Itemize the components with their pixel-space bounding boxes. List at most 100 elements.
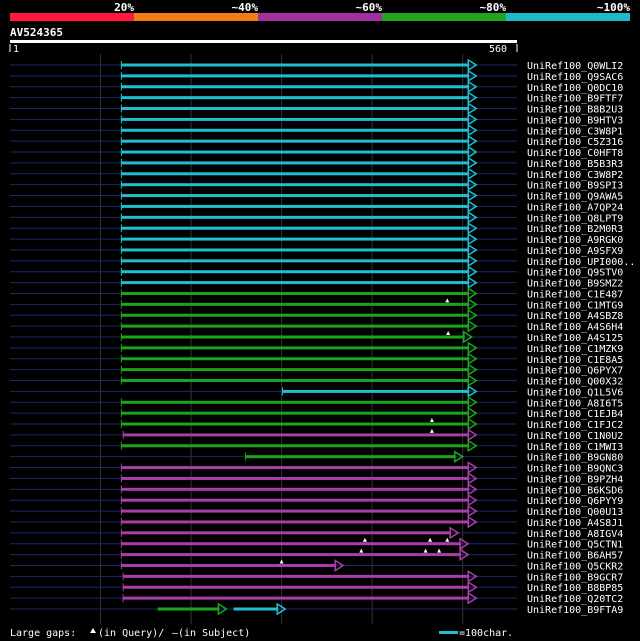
hit-name[interactable]: UniRef100_B9GN80 — [527, 453, 623, 464]
hit-name[interactable]: UniRef100_Q9STV0 — [527, 268, 623, 279]
hit-row[interactable]: UniRef100_B9SMZ2 — [10, 276, 623, 290]
hit-name[interactable]: UniRef100_A8IGV4 — [527, 529, 623, 540]
hit-name[interactable]: UniRef100_B9QNC3 — [527, 464, 623, 475]
hit-row[interactable]: UniRef100_C3W8P1 — [10, 123, 623, 137]
hit-row[interactable]: UniRef100_C1E8A5 — [10, 352, 623, 366]
hit-row[interactable]: UniRef100_B2M0R3 — [10, 221, 623, 235]
hit-name[interactable]: UniRef100_B8B2U3 — [527, 105, 623, 116]
hit-row[interactable]: UniRef100_Q6PYY9 — [10, 493, 623, 507]
hit-name[interactable]: UniRef100_Q1L5V6 — [527, 387, 623, 398]
hit-row[interactable]: UniRef100_B9GN80 — [10, 450, 623, 464]
hit-name[interactable]: UniRef100_C1EJB4 — [527, 409, 623, 420]
hit-name[interactable]: UniRef100_A9RGK0 — [527, 235, 623, 246]
hit-name[interactable]: UniRef100_Q0WLI2 — [527, 61, 623, 72]
hit-name[interactable]: UniRef100_B6KSD6 — [527, 485, 623, 496]
hit-name[interactable]: UniRef100_C3W8P2 — [527, 170, 623, 181]
hit-row[interactable]: UniRef100_Q9AWA5 — [10, 189, 623, 203]
hit-name[interactable]: UniRef100_B9SPI3 — [527, 181, 623, 192]
hit-name[interactable]: UniRef100_Q00U13 — [527, 507, 623, 518]
hit-row[interactable]: UniRef100_Q0WLI2 — [10, 58, 623, 72]
hit-name[interactable]: UniRef100_A8I6T5 — [527, 398, 623, 409]
hit-name[interactable]: UniRef100_A4S6H4 — [527, 322, 623, 333]
hit-row[interactable]: UniRef100_A7QP24 — [10, 200, 623, 213]
hit-row[interactable]: UniRef100_Q6PYX7 — [10, 363, 623, 377]
hit-name[interactable]: UniRef100_B6AH57 — [527, 551, 623, 562]
hit-row[interactable]: UniRef100_Q8LPT9 — [10, 210, 623, 224]
hit-row[interactable]: UniRef100_C3W8P2 — [10, 167, 623, 181]
hit-name[interactable]: UniRef100_Q6PYX7 — [527, 366, 623, 377]
hit-row[interactable]: UniRef100_B9GCR7 — [10, 570, 623, 583]
hit-row[interactable]: UniRef100_C1FJC2 — [10, 417, 623, 431]
hit-row[interactable]: UniRef100_Q9STV0 — [10, 265, 623, 279]
hit-name[interactable]: UniRef100_Q6PYY9 — [527, 496, 623, 507]
hit-name[interactable]: UniRef100_B9FTF7 — [527, 94, 623, 105]
hit-name[interactable]: UniRef100_Q8LPT9 — [527, 213, 623, 224]
hit-name[interactable]: UniRef100_B9PZH4 — [527, 474, 623, 485]
hit-name[interactable]: UniRef100_A7QP24 — [527, 202, 623, 213]
hit-row[interactable]: UniRef100_B8BP85 — [10, 580, 623, 594]
hit-name[interactable]: UniRef100_C1MTG9 — [527, 300, 623, 311]
hit-row[interactable]: UniRef100_Q20TC2 — [10, 591, 623, 605]
hit-name[interactable]: UniRef100_B5B3R3 — [527, 159, 623, 170]
hit-row[interactable]: UniRef100_C1EJB4 — [10, 406, 623, 420]
hit-row[interactable]: UniRef100_A4S6H4 — [10, 319, 623, 333]
hit-row[interactable]: UniRef100_Q0DC10 — [10, 80, 623, 94]
hit-row[interactable]: UniRef100_C1MZK9 — [10, 341, 623, 355]
hit-name[interactable]: UniRef100_B9HTV3 — [527, 115, 623, 126]
hit-name[interactable]: UniRef100_Q5CKR2 — [527, 561, 623, 572]
hit-row[interactable]: UniRef100_Q1L5V6 — [10, 385, 623, 398]
hit-name[interactable]: UniRef100_C1FJC2 — [527, 420, 623, 431]
hit-row[interactable]: UniRef100_A9SFX9 — [10, 243, 623, 257]
hit-name[interactable]: UniRef100_C5Z316 — [527, 137, 623, 148]
hit-name[interactable]: UniRef100_Q20TC2 — [527, 594, 623, 605]
hit-row[interactable]: UniRef100_A4S8J1 — [10, 515, 623, 529]
hit-name[interactable]: UniRef100_Q00X32 — [527, 377, 623, 388]
hit-row[interactable]: UniRef100_B5B3R3 — [10, 156, 623, 170]
hit-name[interactable]: UniRef100_UPI000.. — [527, 257, 635, 268]
hit-row[interactable]: UniRef100_B6AH57 — [10, 548, 623, 562]
hit-name[interactable]: UniRef100_C3W8P1 — [527, 126, 623, 137]
hit-row[interactable]: UniRef100_A8IGV4 — [10, 526, 623, 540]
hit-name[interactable]: UniRef100_B9SMZ2 — [527, 279, 623, 290]
hit-name[interactable]: UniRef100_C1MZK9 — [527, 344, 623, 355]
hit-row[interactable]: UniRef100_B8B2U3 — [10, 102, 623, 116]
hit-row[interactable]: UniRef100_C1E487 — [10, 287, 623, 300]
hit-row[interactable]: UniRef100_B9FTA9 — [10, 602, 623, 616]
hit-row[interactable]: UniRef100_B9HTV3 — [10, 113, 623, 126]
hit-name[interactable]: UniRef100_Q9SAC6 — [527, 72, 623, 83]
hit-row[interactable]: UniRef100_A9RGK0 — [10, 232, 623, 246]
hit-row[interactable]: UniRef100_C5Z316 — [10, 134, 623, 148]
hit-name[interactable]: UniRef100_B9FTA9 — [527, 605, 623, 616]
hit-row[interactable]: UniRef100_B9SPI3 — [10, 178, 623, 192]
hit-name[interactable]: UniRef100_A9SFX9 — [527, 246, 623, 257]
hit-row[interactable]: UniRef100_Q00X32 — [10, 374, 623, 388]
hit-name[interactable]: UniRef100_A4S125 — [527, 333, 623, 344]
hit-row[interactable]: UniRef100_Q5CTN1 — [10, 537, 623, 551]
hit-name[interactable]: UniRef100_B9GCR7 — [527, 572, 623, 583]
hit-row[interactable]: UniRef100_A8I6T5 — [10, 395, 623, 409]
hit-row[interactable]: UniRef100_B9FTF7 — [10, 91, 623, 105]
hit-row[interactable]: UniRef100_C1MWI3 — [10, 439, 623, 453]
hit-name[interactable]: UniRef100_A4S8J1 — [527, 518, 623, 529]
hit-name[interactable]: UniRef100_C0HFT8 — [527, 148, 623, 159]
hit-name[interactable]: UniRef100_A4SBZ8 — [527, 311, 623, 322]
hit-name[interactable]: UniRef100_C1N0U2 — [527, 431, 623, 442]
hit-row[interactable]: UniRef100_Q9SAC6 — [10, 69, 623, 83]
hit-row[interactable]: UniRef100_C0HFT8 — [10, 145, 623, 159]
hit-row[interactable]: UniRef100_Q00U13 — [10, 504, 623, 518]
hit-name[interactable]: UniRef100_B8BP85 — [527, 583, 623, 594]
hit-row[interactable]: UniRef100_C1MTG9 — [10, 298, 623, 311]
hit-name[interactable]: UniRef100_Q0DC10 — [527, 83, 623, 94]
hit-name[interactable]: UniRef100_Q9AWA5 — [527, 192, 623, 203]
hit-row[interactable]: UniRef100_A4S125 — [10, 330, 623, 344]
hit-name[interactable]: UniRef100_C1MWI3 — [527, 442, 623, 453]
hit-row[interactable]: UniRef100_B6KSD6 — [10, 482, 623, 496]
hit-row[interactable]: UniRef100_B9QNC3 — [10, 461, 623, 475]
hit-name[interactable]: UniRef100_C1E487 — [527, 289, 623, 300]
hit-row[interactable]: UniRef100_B9PZH4 — [10, 472, 623, 485]
hit-name[interactable]: UniRef100_B2M0R3 — [527, 224, 623, 235]
hit-row[interactable]: UniRef100_A4SBZ8 — [10, 308, 623, 322]
hit-row[interactable]: UniRef100_Q5CKR2 — [10, 559, 623, 572]
hit-row[interactable]: UniRef100_C1N0U2 — [10, 428, 623, 442]
hit-row[interactable]: UniRef100_UPI000.. — [10, 254, 635, 268]
